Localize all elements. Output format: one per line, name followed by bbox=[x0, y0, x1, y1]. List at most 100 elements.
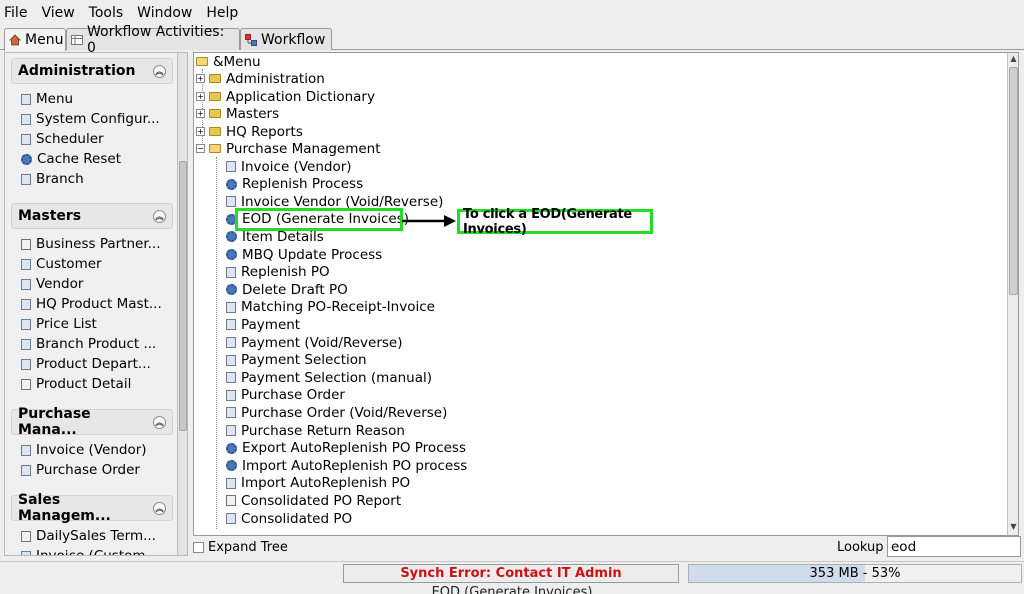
window-icon bbox=[226, 389, 236, 401]
window-icon bbox=[226, 477, 236, 489]
sidebar-item-price-list[interactable]: Price List bbox=[11, 314, 173, 334]
window-icon bbox=[21, 338, 31, 350]
tree-item[interactable]: Import AutoReplenish PO process bbox=[226, 457, 467, 474]
scroll-down-arrow[interactable]: ▼ bbox=[1009, 522, 1018, 534]
window-icon bbox=[21, 173, 31, 185]
tree-item[interactable]: Consolidated PO bbox=[226, 510, 352, 527]
menu-tools[interactable]: Tools bbox=[89, 5, 124, 21]
tree-folder-purchase-management[interactable]: − Purchase Management bbox=[196, 140, 381, 157]
report-icon bbox=[21, 530, 31, 542]
tree-item-label: Delete Draft PO bbox=[242, 281, 348, 298]
tree-scrollbar[interactable]: ▲ ▼ bbox=[1007, 53, 1018, 535]
window-icon bbox=[226, 337, 236, 348]
menu-window[interactable]: Window bbox=[137, 5, 192, 21]
sidebar-item-customer[interactable]: Customer bbox=[11, 254, 173, 274]
tree-item[interactable]: Payment Selection (manual) bbox=[226, 369, 432, 386]
synch-error-button[interactable]: Synch Error: Contact IT Admin bbox=[343, 564, 679, 583]
sidebar-item-business-partner[interactable]: Business Partner... bbox=[11, 234, 173, 254]
collapse-icon[interactable]: ︽ bbox=[153, 64, 166, 78]
memory-indicator[interactable]: 353 MB - 53% bbox=[688, 564, 1022, 583]
sidebar-item-dailysales-terminal[interactable]: DailySales Term... bbox=[11, 526, 173, 546]
sidebar-scrollbar[interactable] bbox=[177, 53, 187, 555]
report-icon bbox=[226, 495, 236, 507]
tree-item[interactable]: Purchase Return Reason bbox=[226, 422, 405, 439]
annotation-callout: To click a EOD(Generate Invoices) bbox=[457, 207, 653, 237]
sidebar-group-header[interactable]: Sales Managem... ︽ bbox=[11, 492, 173, 524]
tree-item[interactable]: Purchase Order bbox=[226, 387, 345, 404]
collapse-icon[interactable]: ︽ bbox=[153, 501, 166, 515]
tree-item[interactable]: Delete Draft PO bbox=[226, 281, 348, 298]
menu-view[interactable]: View bbox=[41, 5, 74, 21]
sidebar-item-branch[interactable]: Branch bbox=[11, 169, 173, 189]
collapse-tree-icon[interactable]: − bbox=[196, 144, 205, 153]
footer-status-text: EOD (Generate Invoices) bbox=[431, 585, 593, 594]
sidebar-item-vendor[interactable]: Vendor bbox=[11, 274, 173, 294]
window-icon bbox=[21, 298, 31, 310]
sidebar-item-scheduler[interactable]: Scheduler bbox=[11, 129, 173, 149]
window-icon bbox=[226, 161, 236, 172]
sidebar-item-purchase-order[interactable]: Purchase Order bbox=[11, 460, 173, 480]
tree-item[interactable]: Replenish Process bbox=[226, 176, 363, 193]
window-icon bbox=[226, 301, 236, 313]
lookup-input[interactable]: eod bbox=[887, 536, 1021, 557]
process-icon bbox=[21, 153, 32, 165]
tree-item[interactable]: Payment Selection bbox=[226, 352, 367, 369]
expand-icon[interactable]: + bbox=[196, 109, 205, 118]
tree-item[interactable]: MBQ Update Process bbox=[226, 246, 382, 263]
expand-icon[interactable]: + bbox=[196, 127, 205, 136]
sidebar-group-purchase-management: Purchase Mana... ︽ Invoice (Vendor) Purc… bbox=[11, 406, 173, 480]
tree-item[interactable]: Payment (Void/Reverse) bbox=[226, 334, 403, 351]
sidebar-item-label: Invoice (Vendor) bbox=[36, 442, 147, 458]
sidebar-item-hq-product-master[interactable]: HQ Product Mast... bbox=[11, 294, 173, 314]
sidebar-item-cache-reset[interactable]: Cache Reset bbox=[11, 149, 173, 169]
sidebar-group-header[interactable]: Administration ︽ bbox=[11, 58, 173, 84]
expand-tree-label[interactable]: Expand Tree bbox=[208, 540, 288, 555]
tree-item[interactable]: Invoice (Vendor) bbox=[226, 158, 352, 175]
tree-folder-application-dictionary[interactable]: + Application Dictionary bbox=[196, 88, 375, 105]
expand-tree-checkbox[interactable] bbox=[193, 541, 204, 553]
tree-item[interactable]: Import AutoReplenish PO bbox=[226, 475, 410, 492]
sidebar-item-system-configurator[interactable]: System Configur... bbox=[11, 109, 173, 129]
expand-icon[interactable]: + bbox=[196, 74, 205, 83]
tree-item[interactable]: Matching PO-Receipt-Invoice bbox=[226, 299, 435, 316]
tree-folder-label: Administration bbox=[226, 70, 325, 87]
window-icon bbox=[21, 113, 31, 125]
tab-workflow[interactable]: Workflow bbox=[240, 28, 332, 50]
tree-item-label: Item Details bbox=[242, 228, 324, 245]
expand-icon[interactable]: + bbox=[196, 92, 205, 101]
sidebar-item-product-department[interactable]: Product Depart... bbox=[11, 354, 173, 374]
sidebar-item-product-detail[interactable]: Product Detail bbox=[11, 374, 173, 394]
sidebar-group-header[interactable]: Purchase Mana... ︽ bbox=[11, 406, 173, 438]
tree-item[interactable]: Replenish PO bbox=[226, 264, 330, 281]
tree-root[interactable]: &Menu bbox=[196, 53, 261, 70]
tree-folder-masters[interactable]: + Masters bbox=[196, 105, 279, 122]
tree-item[interactable]: Export AutoReplenish PO Process bbox=[226, 440, 466, 457]
status-bar: Synch Error: Contact IT Admin 353 MB - 5… bbox=[0, 561, 1024, 583]
window-icon bbox=[226, 513, 236, 524]
sidebar-scroll-thumb[interactable] bbox=[179, 161, 187, 431]
menu-help[interactable]: Help bbox=[206, 5, 238, 21]
folder-open-icon bbox=[209, 144, 221, 153]
sidebar-item-menu[interactable]: Menu bbox=[11, 89, 173, 109]
tree-folder-label: Masters bbox=[226, 105, 280, 122]
tree-item[interactable]: Purchase Order (Void/Reverse) bbox=[226, 404, 447, 421]
sidebar-item-invoice-vendor[interactable]: Invoice (Vendor) bbox=[11, 440, 173, 460]
tree-item[interactable]: Consolidated PO Report bbox=[226, 492, 401, 509]
scroll-up-arrow[interactable]: ▲ bbox=[1009, 54, 1018, 66]
collapse-icon[interactable]: ︽ bbox=[153, 209, 166, 223]
sidebar-item-branch-product[interactable]: Branch Product ... bbox=[11, 334, 173, 354]
tab-menu[interactable]: Menu bbox=[4, 28, 66, 51]
tree-scroll-thumb[interactable] bbox=[1009, 67, 1018, 295]
tree-folder-hq-reports[interactable]: + HQ Reports bbox=[196, 123, 303, 140]
sidebar-item-invoice-customer[interactable]: Invoice (Custom... bbox=[11, 546, 173, 555]
tab-workflow-activities[interactable]: Workflow Activities: 0 bbox=[66, 24, 240, 56]
tree-folder-label: HQ Reports bbox=[226, 123, 303, 140]
tree-folder-administration[interactable]: + Administration bbox=[196, 70, 325, 87]
menu-file[interactable]: File bbox=[4, 5, 27, 21]
tree-item-label: MBQ Update Process bbox=[242, 246, 383, 263]
sidebar-group-header[interactable]: Masters ︽ bbox=[11, 203, 173, 229]
collapse-icon[interactable]: ︽ bbox=[153, 415, 166, 429]
tree-item[interactable]: Payment bbox=[226, 316, 300, 333]
tree-item-label: Export AutoReplenish PO Process bbox=[242, 440, 466, 457]
home-icon bbox=[9, 34, 21, 46]
